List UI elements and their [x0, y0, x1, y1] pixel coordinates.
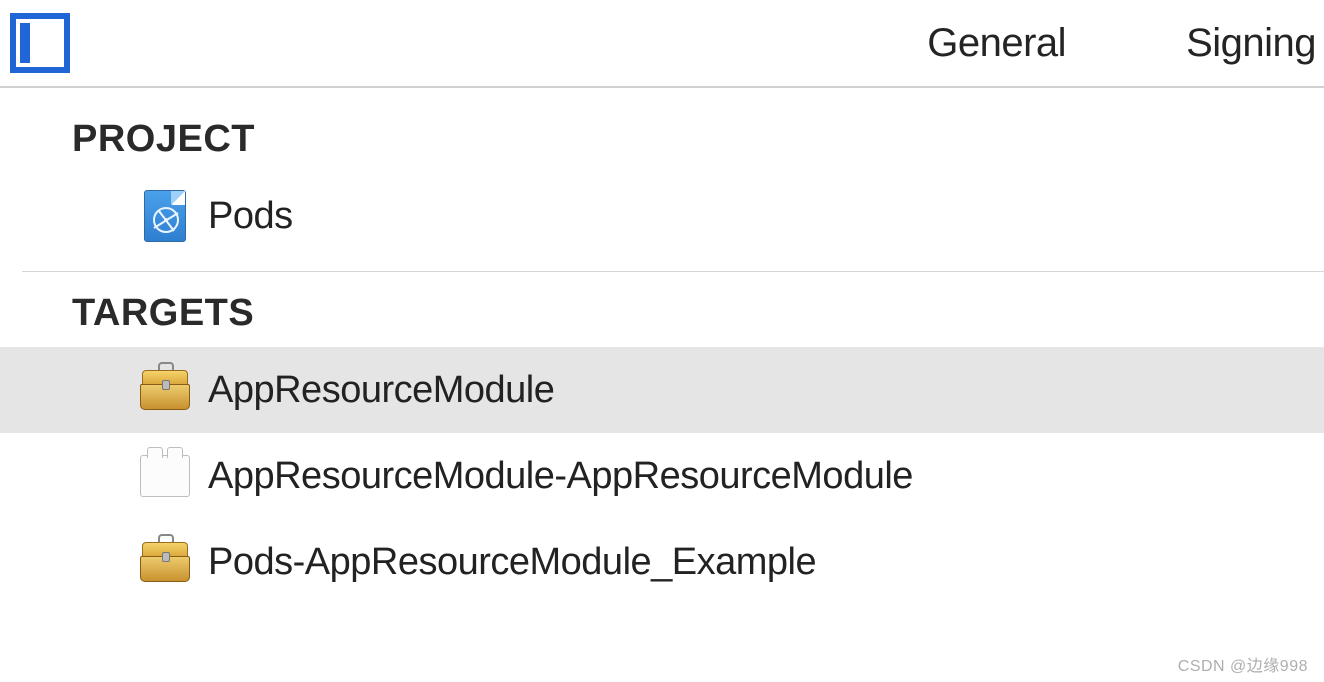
- target-row-appresourcemodule-bundle[interactable]: AppResourceModule-AppResourceModule: [0, 433, 1324, 519]
- target-name: AppResourceModule: [208, 369, 554, 412]
- framework-target-icon: [140, 537, 190, 587]
- tab-general[interactable]: General: [927, 21, 1066, 66]
- section-divider: [22, 271, 1324, 272]
- section-header-project: PROJECT: [0, 106, 1324, 173]
- editor-header: General Signing: [0, 0, 1324, 88]
- editor-tabs: General Signing: [927, 21, 1324, 66]
- target-name: AppResourceModule-AppResourceModule: [208, 455, 913, 498]
- target-row-pods-example[interactable]: Pods-AppResourceModule_Example: [0, 519, 1324, 605]
- watermark: CSDN @边缘998: [1178, 652, 1308, 676]
- xcodeproj-icon: [140, 191, 190, 241]
- bundle-target-icon: [140, 451, 190, 501]
- project-row-pods[interactable]: Pods: [0, 173, 1324, 259]
- project-name: Pods: [208, 195, 293, 238]
- target-row-appresourcemodule[interactable]: AppResourceModule: [0, 347, 1324, 433]
- target-name: Pods-AppResourceModule_Example: [208, 541, 816, 584]
- framework-target-icon: [140, 365, 190, 415]
- section-header-targets: TARGETS: [0, 280, 1324, 347]
- sidebar-toggle-icon[interactable]: [10, 13, 70, 73]
- project-outline: PROJECT Pods TARGETS AppResourceModule A…: [0, 88, 1324, 605]
- tab-signing[interactable]: Signing: [1186, 21, 1316, 66]
